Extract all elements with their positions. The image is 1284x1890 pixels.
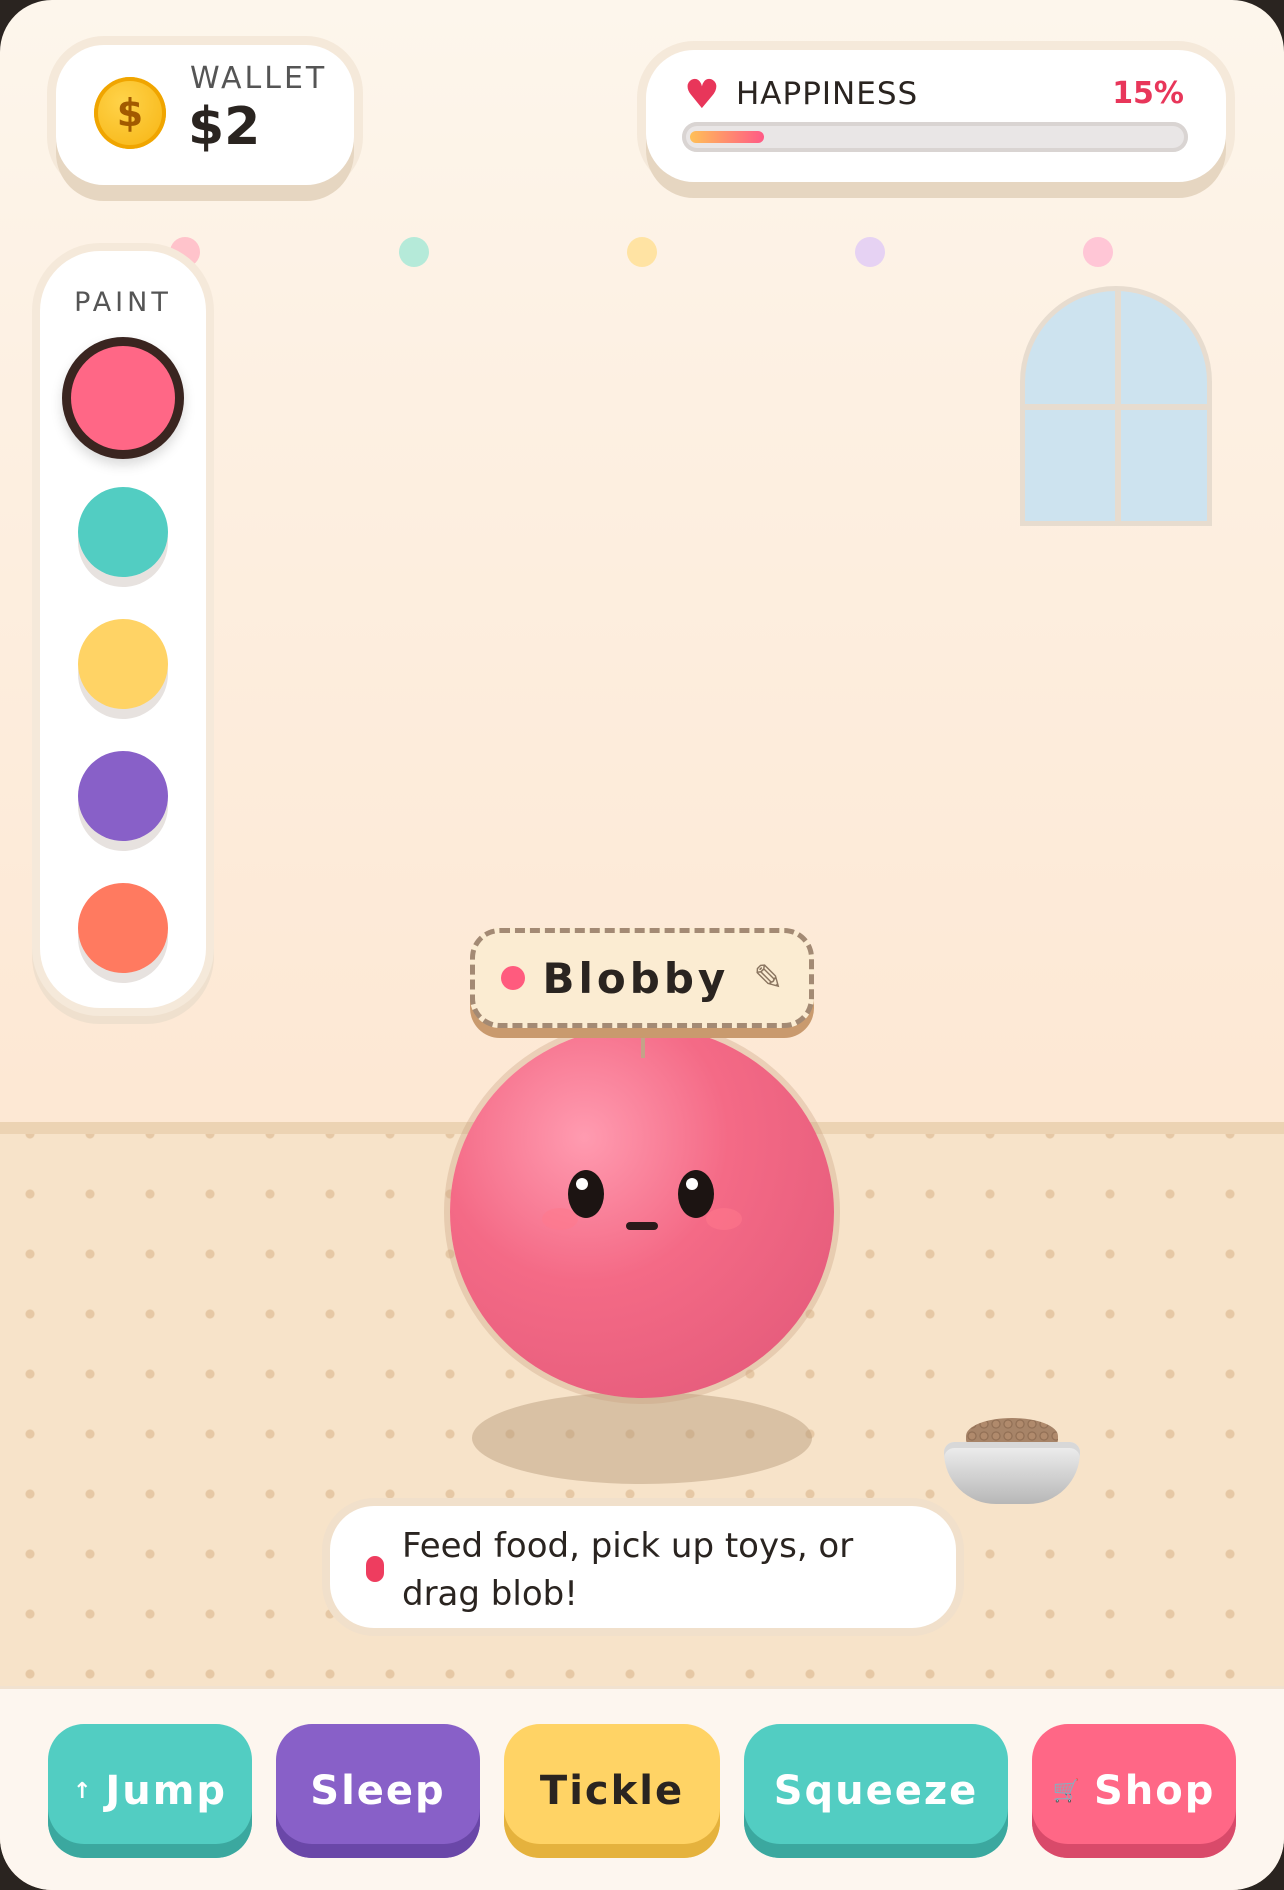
blob-mouth (626, 1222, 658, 1230)
jump-label: Jump (105, 1768, 228, 1814)
name-color-dot (500, 966, 525, 990)
sleep-label: Sleep (310, 1768, 446, 1814)
bunting-dot (627, 237, 657, 267)
nametag-string (641, 1028, 645, 1058)
paint-swatch-orange[interactable] (78, 883, 168, 973)
happiness-bar (682, 122, 1188, 152)
happiness-percent: 15% (1112, 76, 1184, 111)
pet-blob[interactable] (450, 1026, 834, 1398)
squeeze-button[interactable]: Squeeze (744, 1724, 1008, 1858)
edit-icon[interactable]: ✎ (753, 958, 783, 999)
happiness-label: HAPPINESS (736, 76, 919, 112)
blob-shadow (472, 1392, 812, 1484)
shop-button[interactable]: 🛒 Shop (1032, 1724, 1236, 1858)
blob-eye (568, 1170, 604, 1218)
hint-bubble: Feed food, pick up toys, or drag blob! (330, 1506, 956, 1628)
shop-label: Shop (1094, 1768, 1216, 1814)
happiness-bar-fill (690, 131, 764, 143)
paint-swatch-pink[interactable] (62, 337, 184, 459)
bowl-dish (944, 1442, 1080, 1504)
pet-nametag[interactable]: Blobby ✎ (470, 928, 814, 1028)
arrow-up-icon: ↑ (72, 1778, 94, 1804)
bunting-dot (1083, 237, 1113, 267)
food-bowl[interactable] (944, 1418, 1080, 1506)
blob-cheek (706, 1208, 742, 1230)
pet-name: Blobby (542, 953, 730, 1003)
paint-swatch-teal[interactable] (78, 487, 168, 577)
bunting-dot (399, 237, 429, 267)
hint-text: Feed food, pick up toys, or drag blob! (402, 1526, 854, 1614)
game-screen: $ WALLET $2 ♥ HAPPINESS 15% PAINT Blobby… (0, 0, 1284, 1890)
jump-button[interactable]: ↑ Jump (48, 1724, 252, 1858)
heart-icon: ♥ (684, 72, 720, 118)
happiness-card: ♥ HAPPINESS 15% (646, 50, 1226, 182)
hint-dot (366, 1556, 384, 1582)
wallet-card: $ WALLET $2 (56, 45, 354, 185)
tickle-label: Tickle (539, 1768, 685, 1814)
paint-palette: PAINT (40, 251, 206, 1008)
tickle-button[interactable]: Tickle (504, 1724, 720, 1858)
coin-icon: $ (94, 77, 166, 149)
paint-swatch-yellow[interactable] (78, 619, 168, 709)
sleep-button[interactable]: Sleep (276, 1724, 480, 1858)
room-window (1020, 286, 1212, 526)
blob-eye (678, 1170, 714, 1218)
paint-label: PAINT (74, 287, 172, 318)
wallet-value: $2 (188, 97, 261, 157)
bunting-dot (855, 237, 885, 267)
cart-icon: 🛒 (1052, 1778, 1082, 1804)
paint-swatch-purple[interactable] (78, 751, 168, 841)
squeeze-label: Squeeze (773, 1768, 979, 1814)
wallet-label: WALLET (190, 61, 328, 96)
